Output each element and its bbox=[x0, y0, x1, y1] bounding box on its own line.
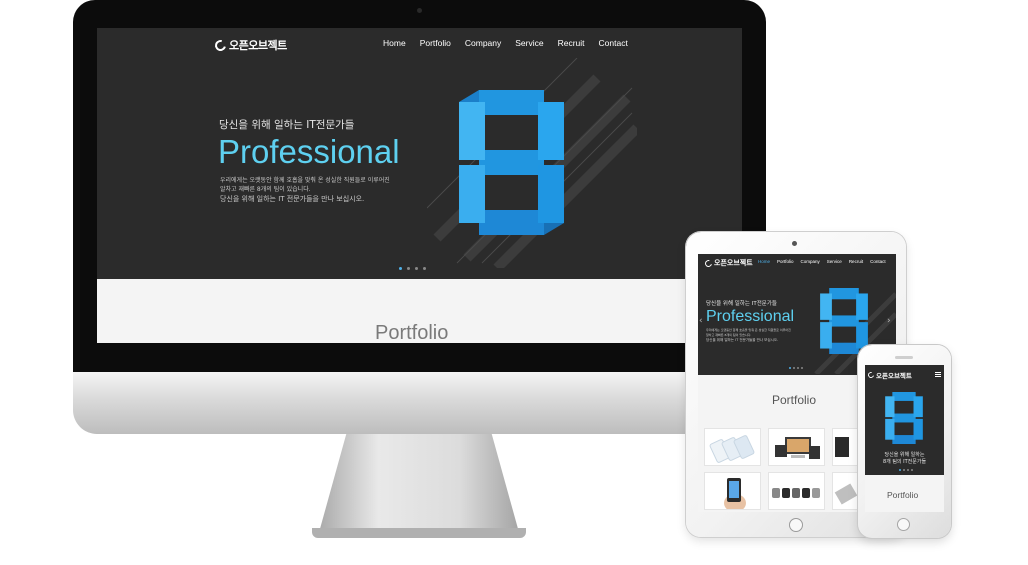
ipad-camera bbox=[792, 241, 797, 246]
imac-camera bbox=[417, 8, 422, 13]
tablet-hero-subtitle: 당신을 위해 일하는 IT전문가들 bbox=[706, 301, 777, 307]
ring-logo-icon bbox=[703, 258, 714, 268]
imac-chin bbox=[73, 372, 766, 434]
tablet-nav-portfolio[interactable]: Portfolio bbox=[777, 259, 794, 264]
tablet-nav-home[interactable]: Home bbox=[758, 259, 770, 264]
mobile-hero-line-1: 당신을 위해 일하는 bbox=[884, 452, 925, 458]
mobile-hero-line-2: 8개 팀의 IT전문가들 bbox=[882, 459, 927, 465]
slider-dot[interactable] bbox=[899, 469, 901, 471]
tablet-brand-name: 오픈오브젝트 bbox=[714, 259, 753, 267]
slider-dot[interactable] bbox=[903, 469, 905, 471]
mobile-site-screen: 오픈오브젝트 당신을 위해 일하는 8개 팀의 IT전문가들 Portfolio bbox=[865, 365, 944, 512]
ring-logo-icon bbox=[866, 370, 876, 380]
tablet-site-logo[interactable]: 오픈오브젝트 bbox=[703, 258, 753, 268]
mobile-slider-dots bbox=[899, 469, 913, 471]
hero-desc-line-3: 당신을 위해 일하는 IT 전문가들을 만나 보십시오. bbox=[220, 195, 365, 203]
hamburger-menu-icon[interactable] bbox=[935, 372, 941, 377]
portfolio-thumb-hand-phone[interactable] bbox=[704, 472, 761, 510]
tablet-nav-recruit[interactable]: Recruit bbox=[849, 259, 863, 264]
slider-dot[interactable] bbox=[907, 469, 909, 471]
portfolio-thumb-smartwatch[interactable] bbox=[768, 472, 825, 510]
iphone-speaker bbox=[895, 356, 913, 359]
slider-dot[interactable] bbox=[797, 367, 799, 369]
nav-item-recruit[interactable]: Recruit bbox=[558, 38, 585, 48]
tablet-slider-dots bbox=[789, 367, 803, 369]
blue-number-eight-graphic bbox=[459, 90, 564, 235]
hero-section: 오픈오브젝트 Home Portfolio Company Service Re… bbox=[97, 28, 742, 279]
imac-stand-base bbox=[312, 528, 526, 538]
tablet-hero-title: Professional bbox=[706, 308, 795, 325]
tablet-portfolio-heading: Portfolio bbox=[772, 393, 817, 407]
main-nav: Home Portfolio Company Service Recruit C… bbox=[383, 38, 628, 48]
nav-item-service[interactable]: Service bbox=[515, 38, 543, 48]
slider-dot[interactable] bbox=[789, 367, 791, 369]
tablet-main-nav: Home Portfolio Company Service Recruit C… bbox=[758, 259, 886, 264]
tablet-blue-number-eight bbox=[820, 288, 868, 354]
hero-desc-line-1: 우리에게는 오랫동안 함께 호흡을 맞춰 온 성실한 직원들로 이루어진 bbox=[220, 177, 390, 184]
mobile-blue-number-eight bbox=[885, 392, 923, 444]
brand-name: 오픈오브젝트 bbox=[229, 39, 287, 52]
hero-subtitle: 당신을 위해 일하는 IT전문가들 bbox=[219, 119, 355, 131]
nav-item-company[interactable]: Company bbox=[465, 38, 501, 48]
imac-stand bbox=[318, 434, 520, 536]
portfolio-thumb-multi-device[interactable] bbox=[768, 428, 825, 466]
tablet-nav-company[interactable]: Company bbox=[801, 259, 820, 264]
mobile-site-logo[interactable]: 오픈오브젝트 bbox=[866, 370, 912, 380]
slider-dot[interactable] bbox=[415, 267, 418, 270]
slider-dot[interactable] bbox=[911, 469, 913, 471]
tablet-hero-desc-line-1: 우리에게는 오랫동안 함께 호흡을 맞춰 온 성실한 직원들로 이루어진 bbox=[706, 328, 791, 332]
tablet-nav-service[interactable]: Service bbox=[827, 259, 842, 264]
tablet-nav-contact[interactable]: Contact bbox=[870, 259, 886, 264]
multi-device-mockup-image bbox=[775, 437, 820, 459]
portfolio-section: Portfolio bbox=[97, 279, 742, 343]
desktop-site-screen: 오픈오브젝트 Home Portfolio Company Service Re… bbox=[97, 28, 742, 343]
nav-item-contact[interactable]: Contact bbox=[599, 38, 628, 48]
nav-item-portfolio[interactable]: Portfolio bbox=[420, 38, 451, 48]
phone-pages-mockup-image bbox=[709, 435, 755, 463]
ipad-home-button bbox=[789, 518, 803, 532]
iphone-home-button bbox=[897, 518, 910, 531]
portfolio-thumb-phone-pages[interactable] bbox=[704, 428, 761, 466]
nav-item-home[interactable]: Home bbox=[383, 38, 406, 48]
smartwatch-lineup-image bbox=[772, 488, 820, 498]
mobile-portfolio-heading: Portfolio bbox=[887, 490, 919, 500]
hero-title: Professional bbox=[218, 133, 400, 170]
slider-dot[interactable] bbox=[399, 267, 402, 270]
slider-dot[interactable] bbox=[423, 267, 426, 270]
slider-dot[interactable] bbox=[801, 367, 803, 369]
chevron-right-icon[interactable]: › bbox=[887, 316, 891, 326]
mobile-brand-name: 오픈오브젝트 bbox=[876, 372, 912, 380]
slider-dot[interactable] bbox=[407, 267, 410, 270]
slider-dots bbox=[399, 267, 426, 270]
slider-dot[interactable] bbox=[793, 367, 795, 369]
hand-holding-phone-image bbox=[724, 478, 746, 509]
ring-logo-icon bbox=[212, 37, 229, 53]
site-logo[interactable]: 오픈오브젝트 bbox=[212, 37, 287, 53]
hero-desc-line-2: 알차고 재빠른 8개의 팀이 있습니다. bbox=[220, 186, 311, 193]
chevron-left-icon[interactable]: ‹ bbox=[699, 316, 703, 326]
tablet-hero-desc-line-3: 당신을 위해 일하는 IT 전문가들을 만나 보십시오. bbox=[706, 338, 779, 342]
portfolio-heading: Portfolio bbox=[375, 322, 449, 343]
mobile-hero-section: 오픈오브젝트 당신을 위해 일하는 8개 팀의 IT전문가들 bbox=[865, 365, 944, 475]
tablet-hero-desc-line-2: 알차고 재빠른 8개의 팀이 있습니다. bbox=[706, 333, 752, 337]
